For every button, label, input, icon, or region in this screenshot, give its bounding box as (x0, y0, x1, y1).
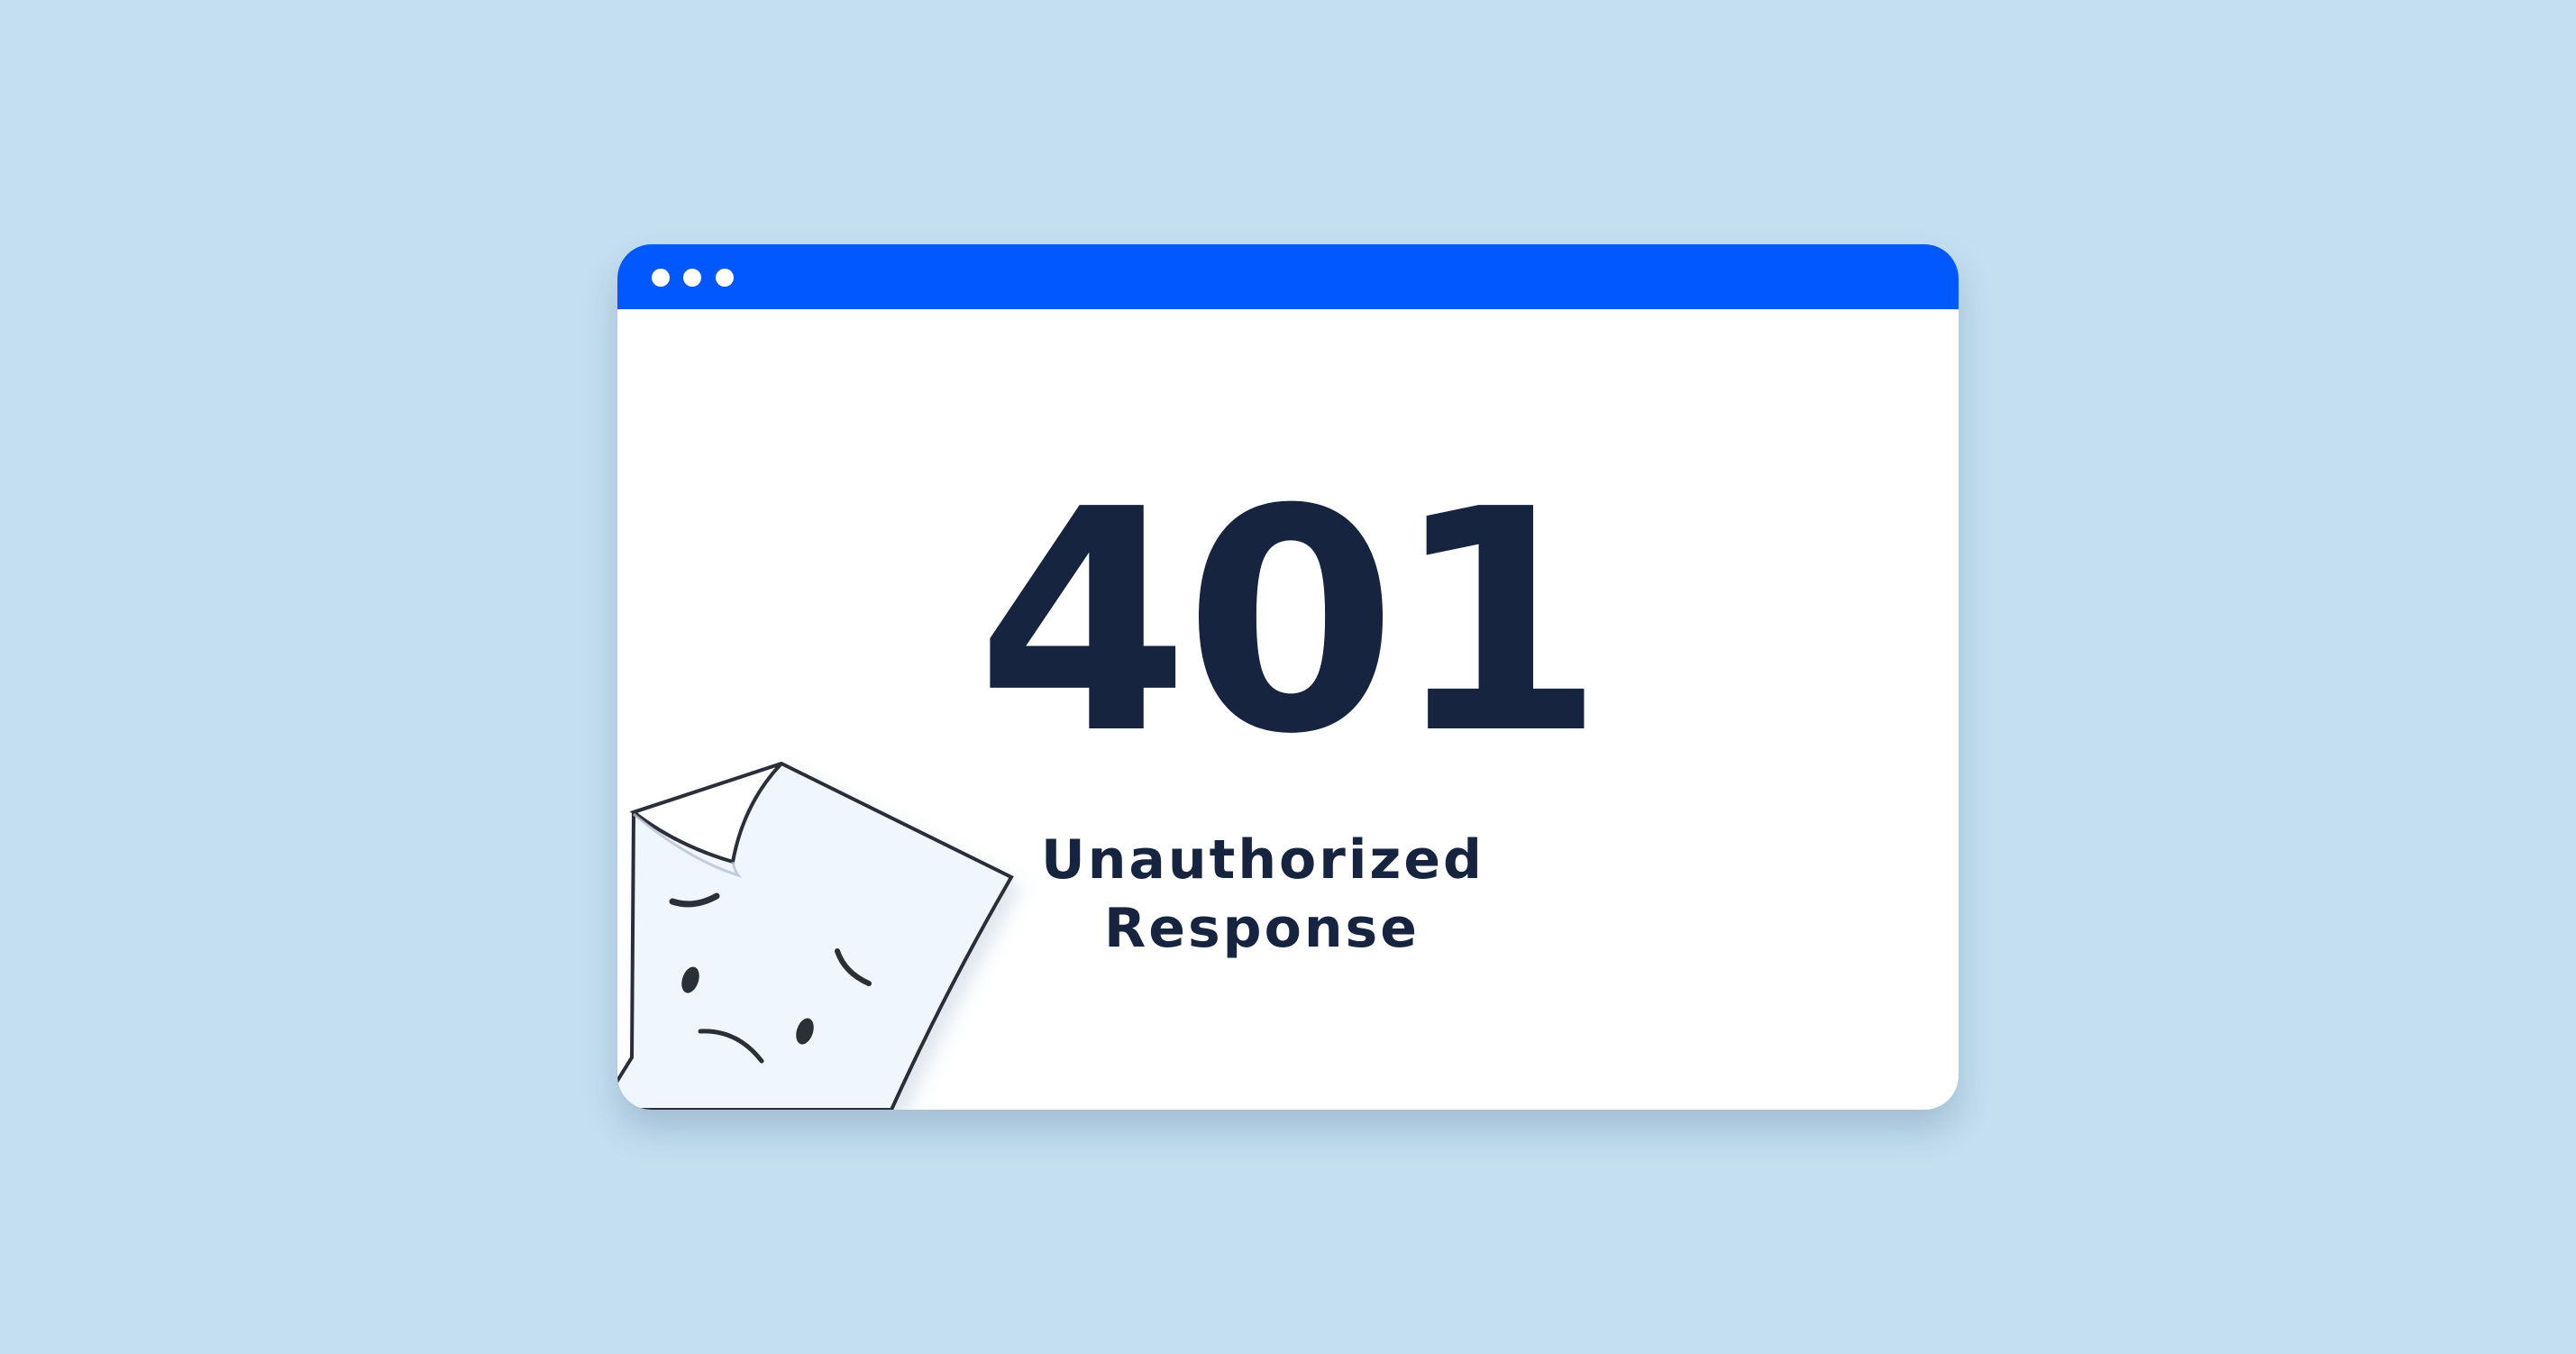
error-message: Unauthorized Response (1041, 826, 1483, 963)
browser-title-bar (617, 244, 1959, 309)
document-folded-corner (629, 762, 783, 865)
error-message-line-1: Unauthorized (1041, 828, 1484, 892)
fold-shadow (633, 812, 743, 878)
window-control-dot (716, 269, 734, 287)
browser-window: 401 Unauthorized Response (617, 244, 1959, 1110)
sad-mouth (698, 1029, 764, 1064)
left-eyebrow (669, 892, 720, 908)
error-message-line-2: Response (1104, 897, 1420, 960)
document-page (617, 761, 1014, 1110)
right-eyebrow (835, 948, 872, 986)
window-control-dot (683, 269, 701, 287)
error-code: 401 (976, 444, 1605, 801)
left-eye (681, 966, 699, 993)
window-control-dot (652, 269, 670, 287)
right-eye (796, 1018, 814, 1045)
